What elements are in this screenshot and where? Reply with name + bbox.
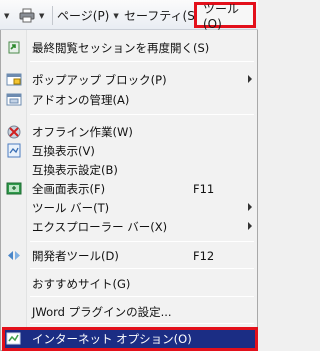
menu-item-compatibility-view[interactable]: 互換表示(V) — [1, 141, 257, 160]
toolbar-divider — [52, 6, 53, 25]
menu-item-shortcut: F11 — [193, 181, 215, 196]
menu-separator — [30, 241, 254, 242]
submenu-arrow-icon — [248, 75, 252, 83]
submenu-arrow-icon — [248, 222, 252, 230]
printer-icon — [19, 8, 35, 23]
tools-dropdown-menu: 最終閲覧セッションを再度開く(S) ポップアップ ブロック(P) アドオンの管理… — [0, 30, 258, 351]
developer-tools-icon — [8, 251, 20, 260]
internet-options-icon — [6, 332, 21, 345]
menu-item-suggested-sites[interactable]: おすすめサイト(G) — [1, 274, 257, 293]
menu-item-label: 全画面表示(F) — [32, 181, 106, 196]
menu-item-full-screen[interactable]: 全画面表示(F) F11 — [1, 179, 257, 198]
menu-item-explorer-bars[interactable]: エクスプローラー バー(X) — [1, 217, 257, 236]
submenu-arrow-icon — [248, 203, 252, 211]
menu-item-label: ポップアップ ブロック(P) — [32, 72, 167, 87]
menu-item-label: インターネット オプション(O) — [32, 332, 192, 346]
command-bar: ▼ ▼ ページ(P) ▼ セーフティ(S) ▼ ツール(O) — [0, 0, 258, 31]
menu-item-label: オフライン作業(W) — [32, 124, 133, 139]
page-menu-button[interactable]: ページ(P) ▼ — [57, 6, 119, 25]
menu-item-label: 互換表示設定(B) — [32, 162, 118, 177]
chevron-down-icon: ▼ — [113, 11, 119, 20]
menu-item-label: アドオンの管理(A) — [32, 92, 130, 107]
menu-item-label: おすすめサイト(G) — [32, 276, 131, 291]
reopen-session-icon — [8, 41, 20, 54]
menu-item-work-offline[interactable]: オフライン作業(W) — [1, 122, 257, 141]
menu-separator — [30, 61, 254, 62]
menu-separator — [30, 323, 254, 324]
chevron-down-icon: ▼ — [39, 11, 45, 20]
fullscreen-icon — [6, 182, 22, 195]
menu-item-reopen-session[interactable]: 最終閲覧セッションを再度開く(S) — [1, 38, 257, 57]
tools-menu-button[interactable]: ツール(O) — [194, 1, 256, 31]
compat-view-icon — [7, 143, 21, 158]
offline-icon — [7, 125, 21, 139]
menu-item-label: 最終閲覧セッションを再度開く(S) — [32, 40, 210, 55]
popup-blocker-icon — [6, 73, 22, 86]
menu-item-jword-plugin-settings[interactable]: JWord プラグインの設定... — [1, 302, 257, 321]
menu-separator — [30, 114, 254, 115]
menu-item-compatibility-settings[interactable]: 互換表示設定(B) — [1, 160, 257, 179]
print-button[interactable]: ▼ — [19, 6, 44, 25]
menu-item-toolbars[interactable]: ツール バー(T) — [1, 198, 257, 217]
menu-separator — [30, 268, 254, 269]
mail-dropdown-arrow[interactable]: ▼ — [2, 6, 9, 25]
addons-icon — [6, 93, 22, 106]
menu-item-manage-addons[interactable]: アドオンの管理(A) — [1, 90, 257, 109]
menu-item-label: エクスプローラー バー(X) — [32, 219, 168, 234]
menu-item-internet-options-content: インターネット オプション(O) — [4, 330, 260, 348]
menu-item-label: 互換表示(V) — [32, 143, 95, 158]
menu-separator — [30, 296, 254, 297]
menu-item-popup-blocker[interactable]: ポップアップ ブロック(P) — [1, 70, 257, 89]
menu-item-label: 開発者ツール(D) — [32, 248, 119, 263]
menu-item-label: JWord プラグインの設定... — [32, 304, 172, 319]
menu-item-shortcut: F12 — [193, 248, 215, 263]
safety-menu-label: セーフティ(S) — [124, 9, 200, 23]
tools-menu-label: ツール(O) — [203, 1, 240, 31]
menu-item-developer-tools[interactable]: 開発者ツール(D) F12 — [1, 246, 257, 265]
menu-item-label: ツール バー(T) — [32, 200, 110, 215]
menu-item-internet-options[interactable]: インターネット オプション(O) — [2, 327, 258, 351]
page-menu-label: ページ(P) — [57, 9, 110, 23]
